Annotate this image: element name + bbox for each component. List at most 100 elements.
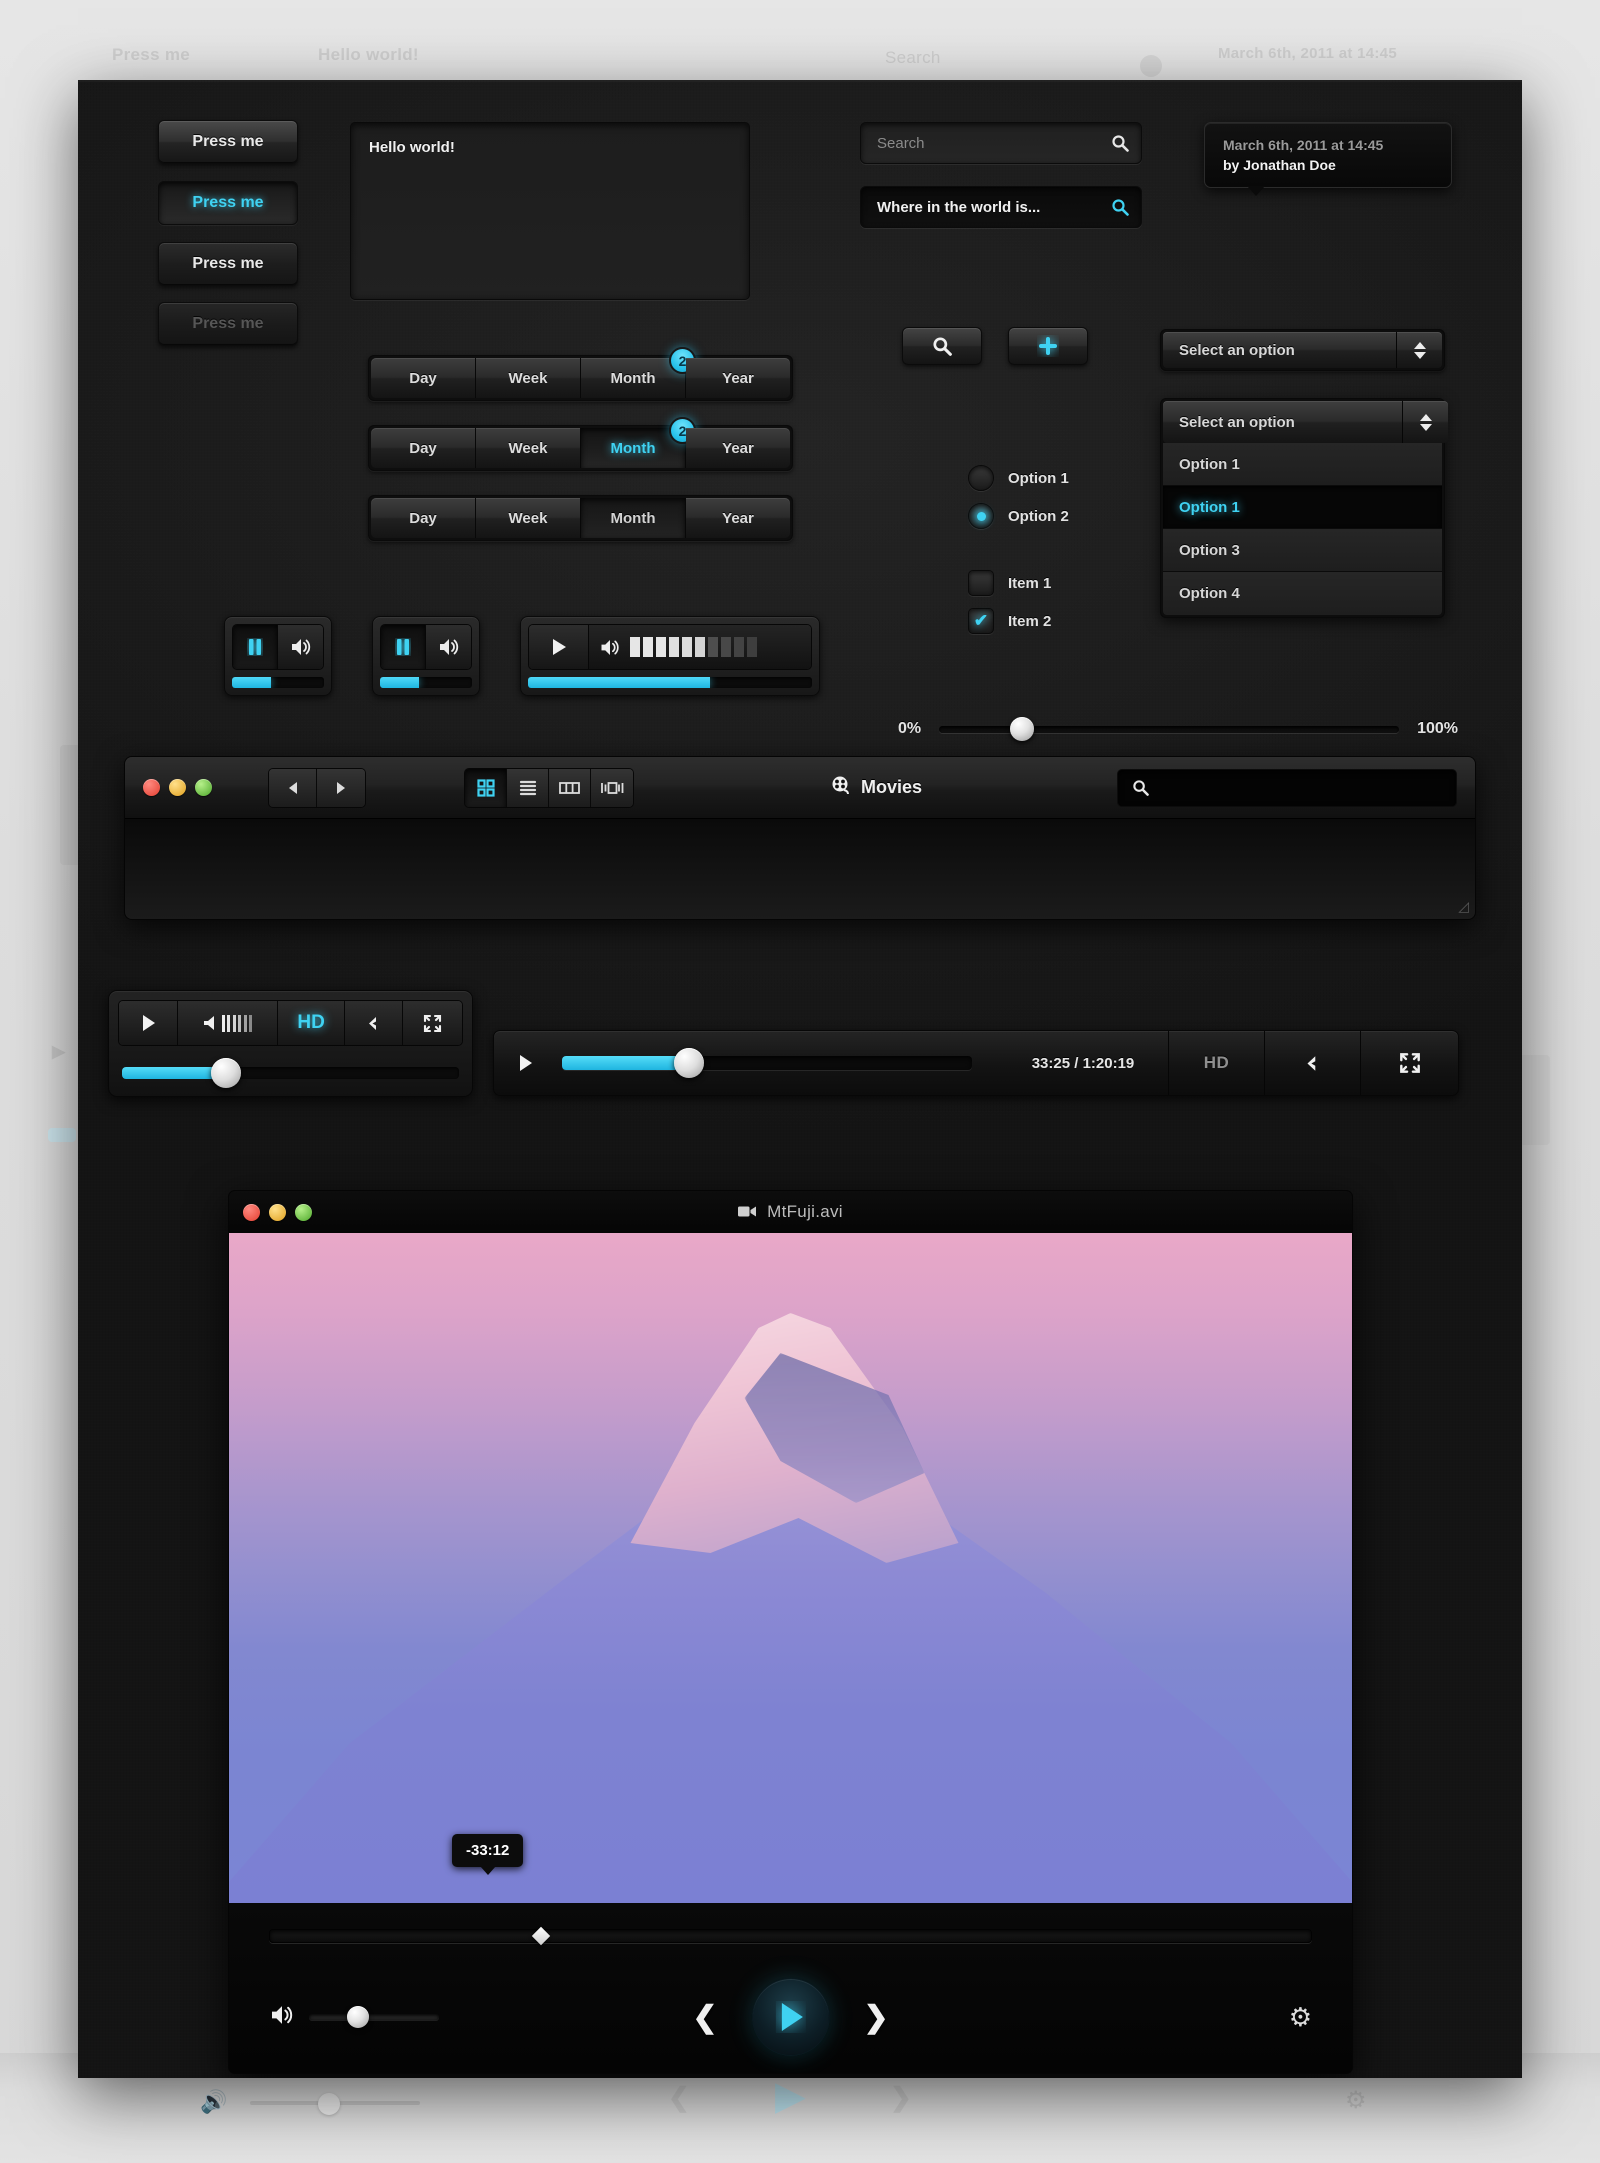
seg-week-2[interactable]: Week bbox=[476, 428, 581, 468]
small-player-fullscreen-button[interactable] bbox=[402, 1001, 462, 1045]
icon-view-icon[interactable] bbox=[465, 768, 507, 807]
nav-button-group[interactable] bbox=[268, 767, 366, 808]
select-open-stepper-icon[interactable] bbox=[1402, 401, 1448, 443]
pause-button-1[interactable] bbox=[233, 625, 279, 669]
search-icon-accent[interactable] bbox=[1111, 198, 1129, 216]
mini-player-3-volume-area[interactable] bbox=[589, 625, 811, 669]
slider-knob[interactable] bbox=[1009, 717, 1034, 741]
segmented-control-row-3[interactable]: Day Week Month Year bbox=[368, 495, 793, 541]
select-closed[interactable]: Select an option bbox=[1160, 329, 1445, 371]
mtfuji-video-frame[interactable]: -33:12 bbox=[229, 1233, 1352, 1903]
volume-button-1[interactable] bbox=[278, 625, 323, 669]
seg-month-3[interactable]: Month bbox=[581, 498, 686, 538]
forward-icon[interactable] bbox=[317, 768, 365, 807]
select-option-1[interactable]: Option 1 bbox=[1163, 486, 1442, 529]
checkbox-row-item-2[interactable]: ✔ Item 2 bbox=[968, 608, 1051, 634]
mtfuji-volume-icon[interactable] bbox=[269, 2005, 295, 2030]
movies-search-input[interactable] bbox=[1117, 768, 1457, 807]
chevron-left-icon[interactable]: ❮ bbox=[692, 2000, 717, 2035]
press-me-button-flat[interactable]: Press me bbox=[158, 242, 298, 286]
search-icon-button[interactable] bbox=[902, 327, 982, 365]
small-player-play-button[interactable] bbox=[119, 1001, 179, 1045]
minimize-icon[interactable] bbox=[169, 779, 186, 796]
mini-player-2-progress[interactable] bbox=[380, 677, 472, 688]
button-stack: Press me Press me Press me Press me bbox=[158, 120, 298, 346]
volume-button-2[interactable] bbox=[426, 625, 471, 669]
resize-handle-icon[interactable]: ◿ bbox=[1458, 898, 1469, 915]
percent-slider[interactable]: 0% 100% bbox=[898, 717, 1458, 741]
select-open-control[interactable]: Select an option bbox=[1163, 401, 1448, 443]
seg-week-3[interactable]: Week bbox=[476, 498, 581, 538]
wide-progress-area bbox=[556, 1048, 998, 1078]
search-input[interactable]: Search bbox=[860, 122, 1142, 164]
seg-year-2[interactable]: Year bbox=[686, 428, 790, 468]
select-closed-control[interactable]: Select an option bbox=[1160, 329, 1445, 371]
select-option-3[interactable]: Option 4 bbox=[1163, 572, 1442, 615]
small-player-progress-knob[interactable] bbox=[211, 1058, 242, 1088]
checkbox-item-1[interactable] bbox=[968, 570, 994, 596]
select-option-0[interactable]: Option 1 bbox=[1163, 443, 1442, 486]
checkbox-item-2[interactable]: ✔ bbox=[968, 608, 994, 634]
mini-player-1-progress[interactable] bbox=[232, 677, 324, 688]
seg-year-3[interactable]: Year bbox=[686, 498, 790, 538]
ghost-circle bbox=[1140, 55, 1162, 77]
small-player-volume-button[interactable] bbox=[178, 1001, 279, 1045]
seg-day-1[interactable]: Day bbox=[371, 358, 476, 398]
wide-share-button[interactable] bbox=[1264, 1031, 1360, 1095]
radio-label-option-2: Option 2 bbox=[1008, 507, 1069, 525]
small-player-share-button[interactable] bbox=[345, 1001, 403, 1045]
select-stepper-icon[interactable] bbox=[1396, 332, 1442, 368]
small-player-hd-button[interactable]: HD bbox=[278, 1001, 346, 1045]
small-player-progress-track[interactable] bbox=[122, 1058, 459, 1088]
seg-month-2[interactable]: Month 2 bbox=[581, 417, 696, 468]
wide-progress-knob[interactable] bbox=[674, 1048, 705, 1078]
location-search-input[interactable]: Where in the world is... bbox=[860, 186, 1142, 228]
volume-level-bars[interactable] bbox=[630, 637, 757, 657]
pause-button-2[interactable] bbox=[381, 625, 427, 669]
radio-row-option-1[interactable]: Option 1 bbox=[968, 465, 1069, 491]
seg-year-1[interactable]: Year bbox=[686, 358, 790, 398]
message-textarea[interactable]: Hello world! bbox=[350, 122, 750, 300]
play-button-3[interactable] bbox=[529, 625, 589, 669]
zoom-icon[interactable] bbox=[195, 779, 212, 796]
back-icon[interactable] bbox=[269, 768, 317, 807]
mini-player-3-progress[interactable] bbox=[528, 677, 812, 688]
view-mode-group[interactable] bbox=[464, 767, 634, 808]
radio-option-2[interactable] bbox=[968, 503, 994, 529]
close-icon[interactable] bbox=[143, 779, 160, 796]
radio-option-1[interactable] bbox=[968, 465, 994, 491]
segmented-control-row-1[interactable]: Day Week Month 2 Year bbox=[368, 347, 793, 401]
mini-player-3 bbox=[520, 616, 820, 696]
segmented-control-row-2[interactable]: Day Week Month 2 Year bbox=[368, 417, 793, 471]
seg-week-1[interactable]: Week bbox=[476, 358, 581, 398]
mtfuji-volume-knob[interactable] bbox=[347, 2006, 370, 2028]
select-option-2[interactable]: Option 3 bbox=[1163, 529, 1442, 572]
select-open[interactable]: Select an option Option 1 Option 1 Optio… bbox=[1160, 398, 1448, 618]
list-view-icon[interactable] bbox=[507, 768, 549, 807]
wide-fullscreen-button[interactable] bbox=[1360, 1031, 1458, 1095]
mtfuji-volume-track[interactable] bbox=[309, 2006, 439, 2028]
gear-icon[interactable]: ⚙ bbox=[1289, 2002, 1312, 2033]
mtfuji-scrub-track[interactable] bbox=[269, 1926, 1312, 1946]
press-me-button-active[interactable]: Press me bbox=[158, 181, 298, 225]
small-player-volume-bars[interactable] bbox=[221, 1014, 253, 1032]
wide-hd-label: HD bbox=[1203, 1053, 1230, 1072]
wide-play-button[interactable] bbox=[494, 1031, 556, 1095]
coverflow-view-icon[interactable] bbox=[591, 768, 633, 807]
mini-player-2-buttons bbox=[380, 624, 472, 670]
radio-row-option-2[interactable]: Option 2 bbox=[968, 503, 1069, 529]
slider-track[interactable] bbox=[939, 717, 1400, 741]
mtfuji-scrub-handle[interactable] bbox=[531, 1926, 550, 1946]
chevron-right-icon[interactable]: ❯ bbox=[864, 2000, 889, 2035]
mtfuji-play-button[interactable] bbox=[751, 1978, 830, 2056]
wide-hd-button[interactable]: HD bbox=[1168, 1031, 1264, 1095]
seg-day-3[interactable]: Day bbox=[371, 498, 476, 538]
press-me-button-normal[interactable]: Press me bbox=[158, 120, 298, 164]
seg-month-1[interactable]: Month 2 bbox=[581, 347, 696, 398]
traffic-lights[interactable] bbox=[143, 779, 212, 796]
column-view-icon[interactable] bbox=[549, 768, 591, 807]
wide-progress-track[interactable] bbox=[562, 1048, 972, 1078]
seg-day-2[interactable]: Day bbox=[371, 428, 476, 468]
checkbox-row-item-1[interactable]: Item 1 bbox=[968, 570, 1051, 596]
add-icon-button[interactable] bbox=[1008, 327, 1088, 365]
